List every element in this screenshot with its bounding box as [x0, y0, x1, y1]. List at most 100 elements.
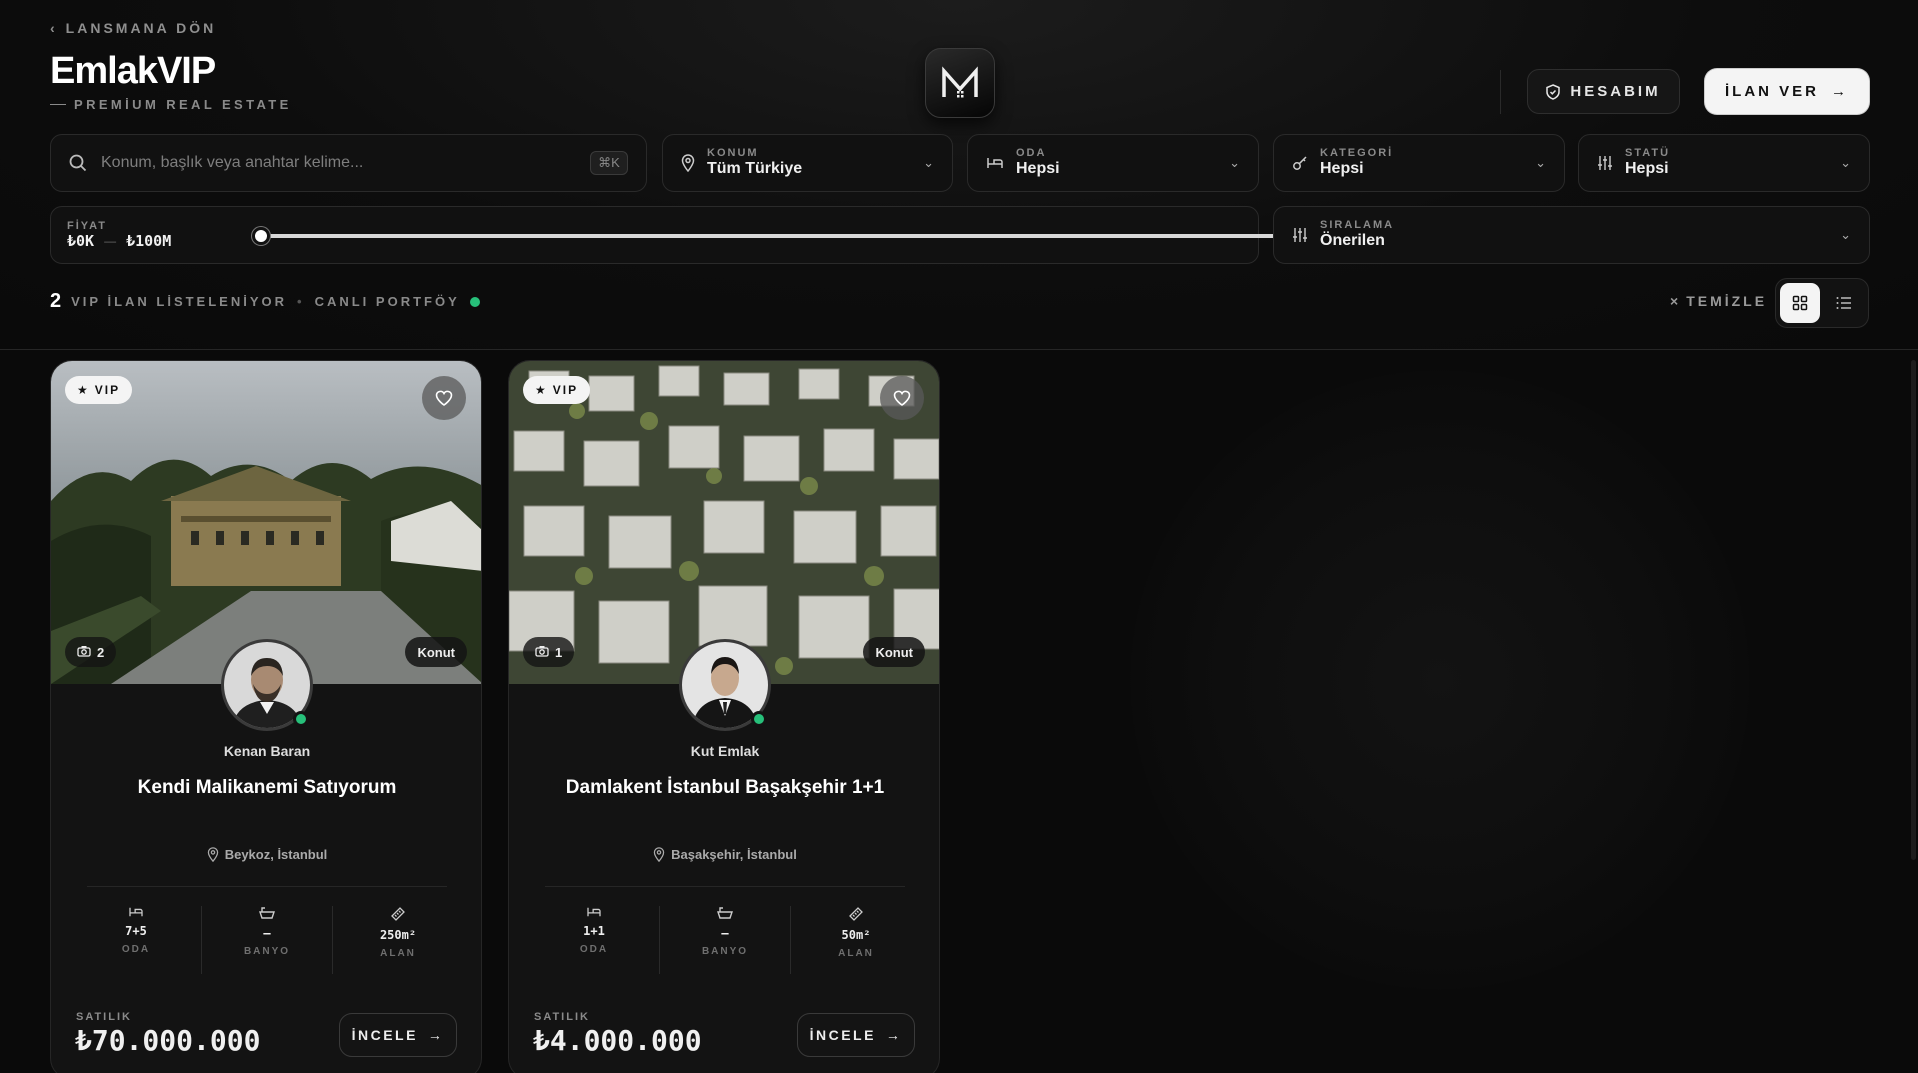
back-to-launch-link[interactable]: ‹ LANSMANA DÖN [50, 20, 216, 36]
camera-icon [535, 645, 549, 660]
listing-specs: 1+1 ODA – BANYO 50m² ALAN [529, 906, 921, 974]
shield-icon [1546, 83, 1561, 100]
sale-type-label: SATILIK [76, 1011, 132, 1023]
category-badge: Konut [405, 637, 467, 667]
online-status-dot [293, 711, 309, 727]
map-pin-icon [653, 847, 665, 862]
agent-name[interactable]: Kut Emlak [509, 743, 939, 759]
category-select[interactable]: KATEGORİ Hepsi ⌄ [1273, 134, 1565, 192]
bath-icon [259, 907, 275, 919]
map-pin-icon [207, 847, 218, 862]
rooms-select[interactable]: ODA Hepsi ⌄ [967, 134, 1259, 192]
list-icon [1836, 297, 1851, 309]
card-divider [87, 886, 447, 887]
brand: EmlakVIP PREMİUM REAL ESTATE [50, 50, 292, 112]
listing-title[interactable]: Damlakent İstanbul Başakşehir 1+1 [509, 777, 939, 799]
sliders-icon [1598, 156, 1612, 170]
sale-type-label: SATILIK [534, 1011, 590, 1023]
post-listing-button[interactable]: İLAN VER → [1705, 69, 1869, 114]
spec-baths: – BANYO [202, 906, 333, 974]
baths-label: BANYO [243, 946, 291, 957]
sort-value: Önerilen [1320, 232, 1385, 249]
vip-badge-label: VIP [94, 383, 121, 397]
heart-icon [435, 390, 453, 406]
listing-card[interactable]: ★ VIP 1 Konut Kut Emlak Damlakent İstanb… [508, 360, 940, 1073]
listing-card[interactable]: ★ VIP 2 Konut Kenan Baran Kendi Malikane… [50, 360, 482, 1073]
back-label: LANSMANA DÖN [65, 20, 217, 36]
logo[interactable] [925, 48, 995, 118]
chevron-down-icon: ⌄ [1535, 155, 1546, 170]
brand-subtitle: PREMİUM REAL ESTATE [50, 97, 292, 112]
search-input[interactable] [101, 154, 590, 172]
chevron-down-icon: ⌄ [1840, 155, 1851, 170]
area-value: 250m² [379, 928, 417, 942]
rooms-value: 7+5 [125, 924, 147, 938]
listing-price: ₺70.000.000 [75, 1024, 261, 1057]
live-status-dot [469, 296, 480, 307]
spec-rooms: 7+5 ODA [71, 906, 202, 974]
chevron-down-icon: ⌄ [923, 155, 934, 170]
listing-photo [51, 361, 481, 684]
price-max: ₺100M [126, 232, 172, 250]
sort-select[interactable]: SIRALAMA Önerilen ⌄ [1273, 206, 1870, 264]
arrow-right-icon: → [885, 1027, 903, 1043]
price-min-handle[interactable] [252, 227, 270, 245]
close-icon: × [1670, 293, 1682, 309]
location-label: KONUM [707, 147, 759, 159]
price-min: ₺0K [67, 232, 95, 250]
inspect-label: İNCELE [809, 1027, 876, 1043]
online-status-dot [751, 711, 767, 727]
clear-filters-button[interactable]: × TEMİZLE [1670, 293, 1767, 309]
results-count: 2 [50, 290, 62, 312]
account-label: HESABIM [1570, 83, 1661, 100]
listing-price: ₺4.000.000 [533, 1024, 702, 1057]
clear-label: TEMİZLE [1686, 293, 1768, 309]
price-slider[interactable] [252, 227, 1292, 245]
status-select[interactable]: STATÜ Hepsi ⌄ [1578, 134, 1870, 192]
category-value: Hepsi [1320, 160, 1364, 177]
rooms-label: ODA [1016, 147, 1047, 159]
header-separator [1500, 70, 1501, 114]
chevron-down-icon: ⌄ [1229, 155, 1240, 170]
arrow-right-icon: → [1831, 83, 1849, 100]
scrollbar[interactable] [1911, 360, 1916, 860]
brand-title: EmlakVIP [50, 50, 216, 92]
favorite-button[interactable] [422, 376, 466, 420]
list-view-button[interactable] [1824, 283, 1864, 323]
heart-icon [893, 390, 911, 406]
rooms-value: 1+1 [583, 924, 605, 938]
listing-title[interactable]: Kendi Malikanemi Satıyorum [51, 777, 481, 799]
inspect-button[interactable]: İNCELE → [339, 1013, 457, 1057]
inspect-button[interactable]: İNCELE → [797, 1013, 915, 1057]
spec-rooms: 1+1 ODA [529, 906, 660, 974]
bed-icon [587, 907, 601, 917]
area-label: ALAN [380, 948, 416, 959]
dash-icon [50, 104, 66, 105]
grid-view-button[interactable] [1780, 283, 1820, 323]
results-summary: 2 VIP İLAN LİSTELENİYOR • CANLI PORTFÖY [50, 290, 480, 313]
post-label: İLAN VER [1724, 83, 1819, 100]
status-value: Hepsi [1625, 160, 1669, 177]
price-slider-fill [261, 234, 1283, 238]
live-label: CANLI PORTFÖY [314, 294, 460, 309]
category-badge: Konut [863, 637, 925, 667]
ruler-icon [849, 907, 863, 921]
brand-subtitle-text: PREMİUM REAL ESTATE [74, 97, 292, 112]
price-range-filter: FİYAT ₺0K — ₺100M [50, 206, 1292, 264]
keyboard-shortcut-hint: ⌘K [590, 151, 628, 175]
star-icon: ★ [535, 383, 548, 397]
inspect-label: İNCELE [351, 1027, 418, 1043]
favorite-button[interactable] [880, 376, 924, 420]
price-label: FİYAT [67, 220, 107, 232]
bed-icon [129, 907, 143, 917]
agent-name[interactable]: Kenan Baran [51, 743, 481, 759]
listing-location: Beykoz, İstanbul [51, 847, 481, 862]
vip-badge: ★ VIP [65, 376, 133, 404]
grid-icon [1792, 295, 1808, 311]
location-select[interactable]: KONUM Tüm Türkiye ⌄ [662, 134, 953, 192]
account-button[interactable]: HESABIM [1527, 69, 1680, 114]
location-text: Başakşehir, İstanbul [671, 847, 797, 862]
area-label: ALAN [838, 948, 874, 959]
search-field[interactable]: ⌘K [50, 134, 647, 192]
spec-area: 250m² ALAN [333, 906, 463, 974]
